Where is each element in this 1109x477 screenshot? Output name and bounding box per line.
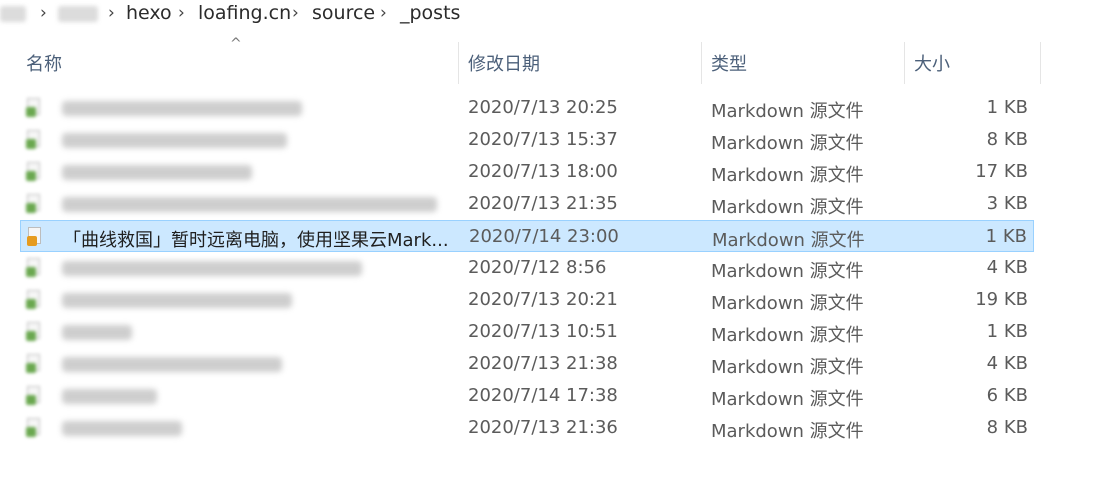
column-divider[interactable] xyxy=(701,42,702,84)
file-type: Markdown 源文件 xyxy=(711,421,864,442)
redacted-file-name xyxy=(62,421,182,436)
markdown-file-icon xyxy=(27,227,43,247)
redacted-file-name xyxy=(62,261,362,276)
file-type: Markdown 源文件 xyxy=(711,293,864,314)
file-modified-date: 2020/7/14 17:38 xyxy=(468,385,618,406)
markdown-file-icon xyxy=(26,130,42,150)
markdown-file-icon xyxy=(26,322,42,342)
file-row[interactable]: 2020/7/13 21:38 Markdown 源文件 4 KB xyxy=(20,348,1034,380)
file-size: 17 KB xyxy=(975,161,1028,182)
chevron-right-icon: › xyxy=(40,3,47,23)
blurred-crumb xyxy=(58,6,98,22)
file-modified-date: 2020/7/13 20:21 xyxy=(468,289,618,310)
file-modified-date: 2020/7/13 21:38 xyxy=(468,353,618,374)
column-divider[interactable] xyxy=(458,42,459,84)
file-size: 4 KB xyxy=(986,257,1028,278)
file-type: Markdown 源文件 xyxy=(711,261,864,282)
file-modified-date: 2020/7/13 15:37 xyxy=(468,129,618,150)
file-type: Markdown 源文件 xyxy=(711,389,864,410)
markdown-file-icon xyxy=(26,98,42,118)
file-type: Markdown 源文件 xyxy=(711,101,864,122)
file-row[interactable]: 「曲线救国」暂时远离电脑，使用坚果云Mark... 2020/7/14 23:00… xyxy=(20,220,1034,252)
chevron-right-icon[interactable]: › xyxy=(380,3,387,23)
file-row[interactable]: 2020/7/13 20:21 Markdown 源文件 19 KB xyxy=(20,284,1034,316)
chevron-right-icon[interactable]: › xyxy=(292,3,299,23)
redacted-file-name xyxy=(62,389,157,404)
breadcrumb-item-posts[interactable]: _posts xyxy=(400,2,460,24)
file-type: Markdown 源文件 xyxy=(711,325,864,346)
breadcrumb-item-hexo[interactable]: hexo xyxy=(126,2,172,24)
breadcrumb-item-loafing[interactable]: loafing.cn xyxy=(198,2,291,24)
column-divider[interactable] xyxy=(904,42,905,84)
column-header-modified[interactable]: 修改日期 xyxy=(468,50,540,76)
sort-ascending-icon: ^ xyxy=(230,36,242,52)
file-modified-date: 2020/7/14 23:00 xyxy=(469,226,619,247)
file-size: 6 KB xyxy=(986,385,1028,406)
file-row[interactable]: 2020/7/14 17:38 Markdown 源文件 6 KB xyxy=(20,380,1034,412)
file-row[interactable]: 2020/7/13 20:25 Markdown 源文件 1 KB xyxy=(20,92,1034,124)
chevron-right-icon[interactable]: › xyxy=(178,3,185,23)
redacted-file-name xyxy=(62,325,132,340)
chevron-right-icon: › xyxy=(108,3,115,23)
redacted-file-name xyxy=(62,133,287,148)
breadcrumb: › › hexo › loafing.cn › source › _posts xyxy=(0,0,1109,30)
file-type: Markdown 源文件 xyxy=(712,230,865,251)
file-type: Markdown 源文件 xyxy=(711,165,864,186)
file-modified-date: 2020/7/13 10:51 xyxy=(468,321,618,342)
file-type: Markdown 源文件 xyxy=(711,197,864,218)
file-modified-date: 2020/7/13 20:25 xyxy=(468,97,618,118)
markdown-file-icon xyxy=(26,194,42,214)
file-modified-date: 2020/7/12 8:56 xyxy=(468,257,607,278)
markdown-file-icon xyxy=(26,386,42,406)
file-size: 3 KB xyxy=(986,193,1028,214)
markdown-file-icon xyxy=(26,258,42,278)
file-row[interactable]: 2020/7/13 10:51 Markdown 源文件 1 KB xyxy=(20,316,1034,348)
file-row[interactable]: 2020/7/13 18:00 Markdown 源文件 17 KB xyxy=(20,156,1034,188)
column-header-row: ^ 名称 修改日期 类型 大小 xyxy=(0,36,1109,92)
column-header-name[interactable]: 名称 xyxy=(26,50,62,76)
blurred-crumb xyxy=(0,6,26,22)
file-type: Markdown 源文件 xyxy=(711,133,864,154)
file-size: 8 KB xyxy=(986,129,1028,150)
file-name: 「曲线救国」暂时远离电脑，使用坚果云Mark... xyxy=(63,230,449,251)
markdown-file-icon xyxy=(26,290,42,310)
file-modified-date: 2020/7/13 18:00 xyxy=(468,161,618,182)
file-row[interactable]: 2020/7/13 15:37 Markdown 源文件 8 KB xyxy=(20,124,1034,156)
redacted-file-name xyxy=(62,293,292,308)
redacted-file-name xyxy=(62,101,302,116)
file-size: 1 KB xyxy=(986,321,1028,342)
redacted-file-name xyxy=(62,165,252,180)
file-size: 1 KB xyxy=(985,226,1027,247)
file-type: Markdown 源文件 xyxy=(711,357,864,378)
redacted-file-name xyxy=(62,197,437,212)
column-divider[interactable] xyxy=(1040,42,1041,84)
file-size: 4 KB xyxy=(986,353,1028,374)
file-size: 8 KB xyxy=(986,417,1028,438)
file-modified-date: 2020/7/13 21:36 xyxy=(468,417,618,438)
markdown-file-icon xyxy=(26,354,42,374)
breadcrumb-item-source[interactable]: source xyxy=(312,2,375,24)
markdown-file-icon xyxy=(26,418,42,438)
file-row[interactable]: 2020/7/13 21:36 Markdown 源文件 8 KB xyxy=(20,412,1034,444)
column-header-type[interactable]: 类型 xyxy=(711,50,747,76)
markdown-file-icon xyxy=(26,162,42,182)
redacted-file-name xyxy=(62,357,282,372)
file-modified-date: 2020/7/13 21:35 xyxy=(468,193,618,214)
file-row[interactable]: 2020/7/13 21:35 Markdown 源文件 3 KB xyxy=(20,188,1034,220)
file-row[interactable]: 2020/7/12 8:56 Markdown 源文件 4 KB xyxy=(20,252,1034,284)
column-header-size[interactable]: 大小 xyxy=(914,50,950,76)
file-size: 19 KB xyxy=(975,289,1028,310)
file-size: 1 KB xyxy=(986,97,1028,118)
